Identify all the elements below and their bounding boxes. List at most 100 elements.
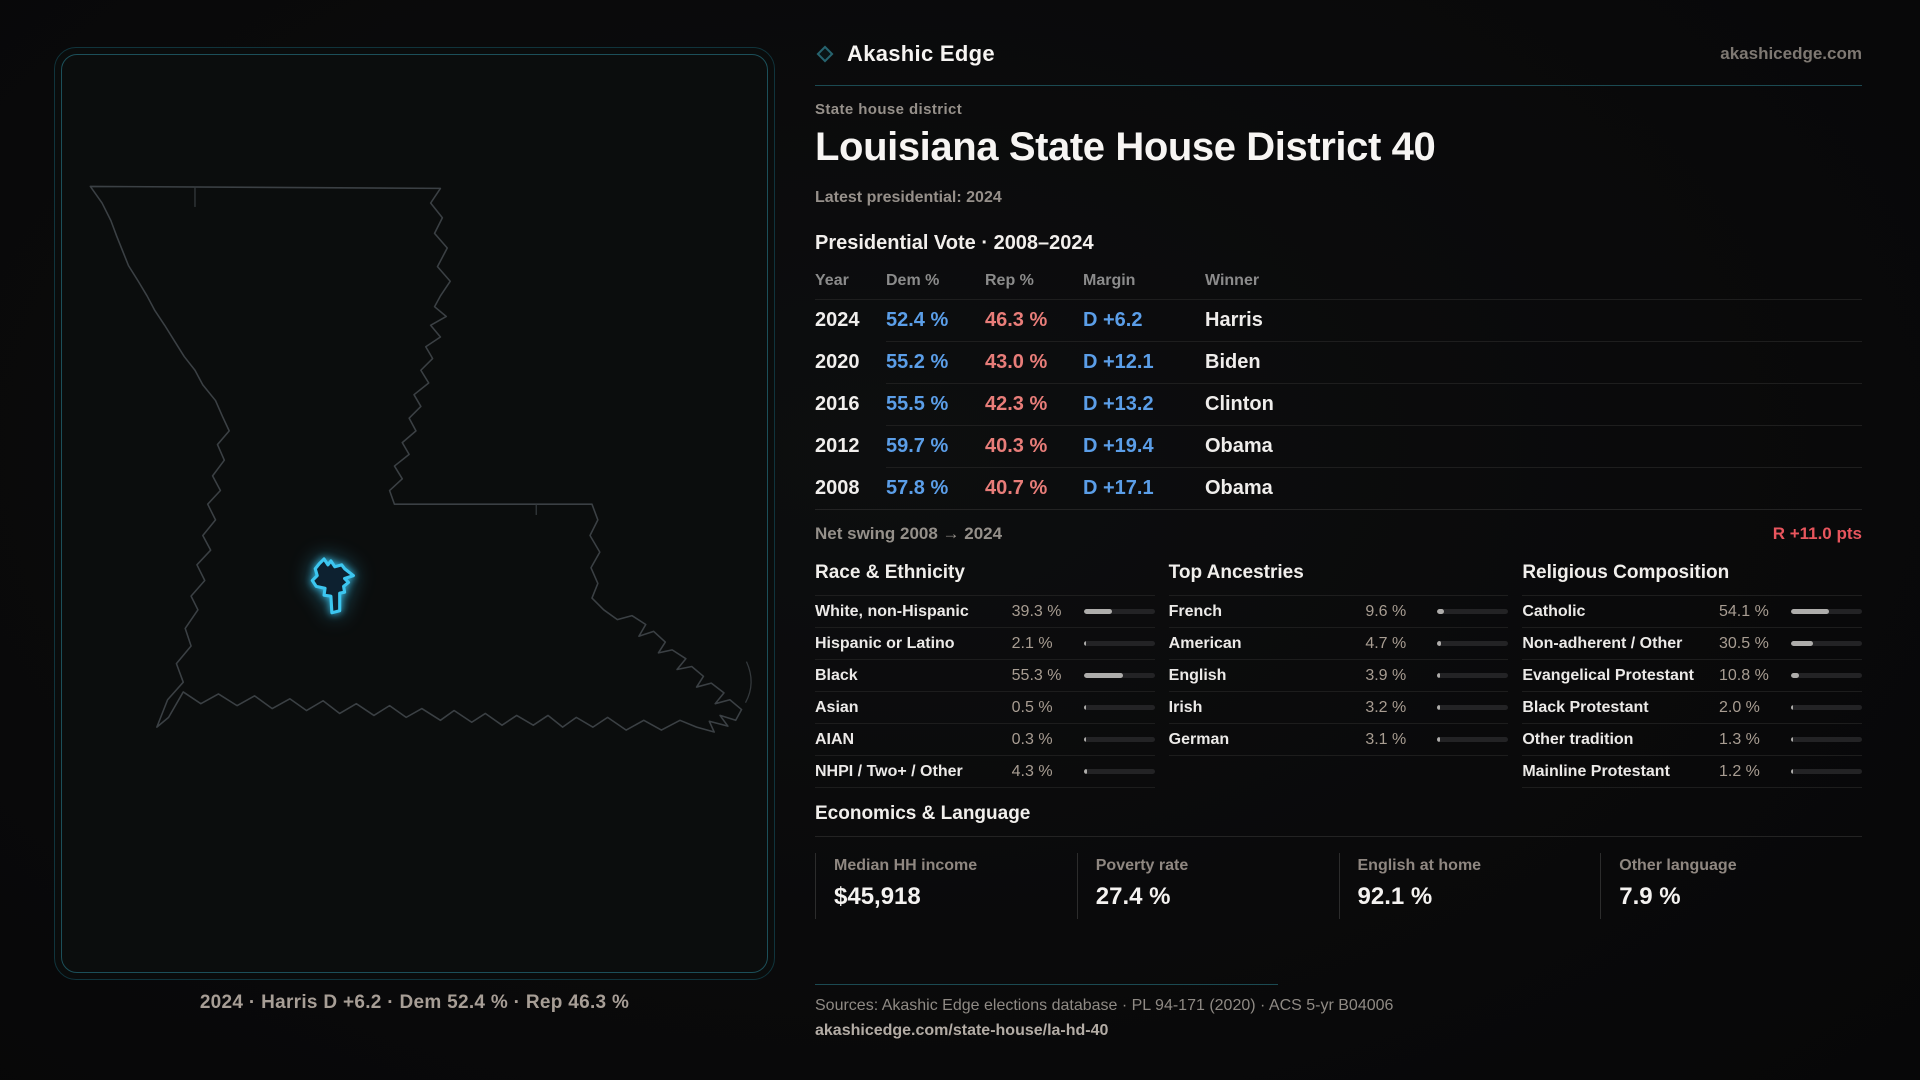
list-item: American 4.7 % <box>1168 628 1509 660</box>
list-item: German 3.1 % <box>1168 724 1509 756</box>
demo-bar-fill <box>1083 737 1086 742</box>
demo-value: 0.5 % <box>1011 698 1053 716</box>
site-domain-link[interactable]: akashicedge.com <box>1720 44 1862 64</box>
demo-bar-track <box>1083 609 1155 614</box>
demo-label: Mainline Protestant <box>1522 762 1670 780</box>
demo-value: 1.2 % <box>1718 762 1760 780</box>
net-swing-value: R +11.0 pts <box>1772 524 1862 543</box>
demo-label: AIAN <box>815 730 855 748</box>
cell-dem-pct: 55.5 % <box>886 383 985 426</box>
list-item: Non-adherent / Other 30.5 % <box>1522 628 1862 660</box>
demo-bar-fill <box>1083 641 1086 646</box>
demo-value: 2.1 % <box>1011 634 1053 652</box>
cell-dem-pct: 52.4 % <box>886 309 949 331</box>
demo-label: NHPI / Two+ / Other <box>815 762 963 780</box>
list-item: French 9.6 % <box>1168 596 1509 628</box>
demo-bar-fill <box>1437 609 1445 614</box>
demo-label: Black Protestant <box>1522 698 1649 716</box>
cell-year: 2008 <box>815 476 860 499</box>
demo-label: Catholic <box>1522 602 1586 620</box>
topbar: Akashic Edge akashicedge.com <box>815 36 1862 72</box>
latest-presidential: Latest presidential: 2024 <box>815 189 1002 206</box>
cell-margin: D +6.2 <box>1083 309 1143 331</box>
permalink[interactable]: akashicedge.com/state-house/la-hd-40 <box>815 1022 1108 1040</box>
economics-section-title: Economics & Language <box>815 803 1031 824</box>
demo-value: 9.6 % <box>1365 602 1407 620</box>
presidential-vote-table: Year Dem % Rep % Margin Winner 2024 52.4… <box>815 268 1862 510</box>
cell-rep-pct: 43.0 % <box>985 341 1083 384</box>
demo-bar-fill <box>1790 609 1830 614</box>
demographics-rows: White, non-Hispanic 39.3 % Hispanic or L… <box>815 596 1155 788</box>
cell-winner: Clinton <box>1205 383 1862 426</box>
content-panel: Akashic Edge akashicedge.com State house… <box>815 36 1862 1046</box>
demo-bar-track <box>1790 641 1862 646</box>
demo-bar-fill <box>1790 641 1813 646</box>
barrier-islands-arc <box>744 661 752 704</box>
demo-label: Hispanic or Latino <box>815 634 955 652</box>
demo-label: American <box>1168 634 1242 652</box>
stat-label: Median HH income <box>834 857 978 874</box>
list-item: Mainline Protestant 1.2 % <box>1522 756 1862 788</box>
demographics-column-title: Religious Composition <box>1522 562 1862 596</box>
demo-bar-track <box>1083 769 1155 774</box>
demo-bar-fill <box>1083 609 1112 614</box>
votes-section-title: Presidential Vote · 2008–2024 <box>815 232 1094 254</box>
cell-dem-pct: 57.8 % <box>886 467 985 510</box>
demo-bar-fill <box>1437 641 1441 646</box>
cell-dem-pct: 59.7 % <box>886 425 985 468</box>
header-divider <box>815 85 1862 86</box>
demo-label: Irish <box>1168 698 1203 716</box>
louisiana-map <box>89 185 752 733</box>
demographics-column: Religious Composition Catholic 54.1 % No… <box>1522 562 1862 788</box>
stat-value: 27.4 % <box>1095 883 1171 910</box>
demo-bar-track <box>1437 673 1509 678</box>
diamond-icon <box>816 45 834 63</box>
col-header-winner: Winner <box>1205 268 1862 300</box>
demo-bar-fill <box>1437 673 1441 678</box>
demographics-column: Top Ancestries French 9.6 % American 4.7… <box>1168 562 1509 788</box>
stats-row: Median HH income $45,918 Poverty rate 27… <box>815 853 1862 919</box>
demo-bar-fill <box>1790 769 1793 774</box>
demo-label: Asian <box>815 698 859 716</box>
demo-bar-fill <box>1790 737 1793 742</box>
list-item: White, non-Hispanic 39.3 % <box>815 596 1155 628</box>
table-row: 2016 55.5 % 42.3 % D +13.2 Clinton <box>815 383 1862 426</box>
stat-label: English at home <box>1357 857 1482 874</box>
cell-winner: Obama <box>1205 467 1862 510</box>
brand: Akashic Edge <box>815 41 995 67</box>
demo-bar-track <box>1083 737 1155 742</box>
cell-year: 2024 <box>815 309 860 332</box>
sources-line: Sources: Akashic Edge elections database… <box>815 997 1394 1014</box>
cell-rep-pct: 40.3 % <box>985 425 1083 468</box>
cell-margin: D +19.4 <box>1083 425 1205 468</box>
table-row: 2024 52.4 % 46.3 % D +6.2 Harris <box>815 300 1862 342</box>
demo-label: Evangelical Protestant <box>1522 666 1694 684</box>
demo-bar-fill <box>1083 705 1086 710</box>
demo-label: Black <box>815 666 858 684</box>
stat-card: Median HH income $45,918 <box>815 853 1077 919</box>
demo-value: 4.3 % <box>1011 762 1053 780</box>
demo-value: 1.3 % <box>1718 730 1760 748</box>
cell-winner: Harris <box>1205 309 1263 331</box>
demo-value: 3.9 % <box>1365 666 1407 684</box>
cell-winner: Biden <box>1205 341 1862 384</box>
col-header-dem: Dem % <box>886 268 985 300</box>
cell-winner: Obama <box>1205 425 1862 468</box>
demo-bar-track <box>1437 737 1509 742</box>
demo-bar-track <box>1790 609 1862 614</box>
list-item: Black 55.3 % <box>815 660 1155 692</box>
list-item: Irish 3.2 % <box>1168 692 1509 724</box>
demo-bar-track <box>1083 641 1155 646</box>
demo-value: 55.3 % <box>1011 666 1062 684</box>
demo-value: 10.8 % <box>1718 666 1769 684</box>
stat-card: Other language 7.9 % <box>1600 853 1862 919</box>
demo-value: 3.1 % <box>1365 730 1407 748</box>
district-40-shape[interactable] <box>310 557 355 615</box>
demo-bar-track <box>1790 737 1862 742</box>
demo-bar-fill <box>1790 673 1799 678</box>
list-item: Catholic 54.1 % <box>1522 596 1862 628</box>
cell-rep-pct: 42.3 % <box>985 383 1083 426</box>
list-item: Other tradition 1.3 % <box>1522 724 1862 756</box>
demo-bar-track <box>1437 609 1509 614</box>
stat-label: Poverty rate <box>1095 857 1189 874</box>
